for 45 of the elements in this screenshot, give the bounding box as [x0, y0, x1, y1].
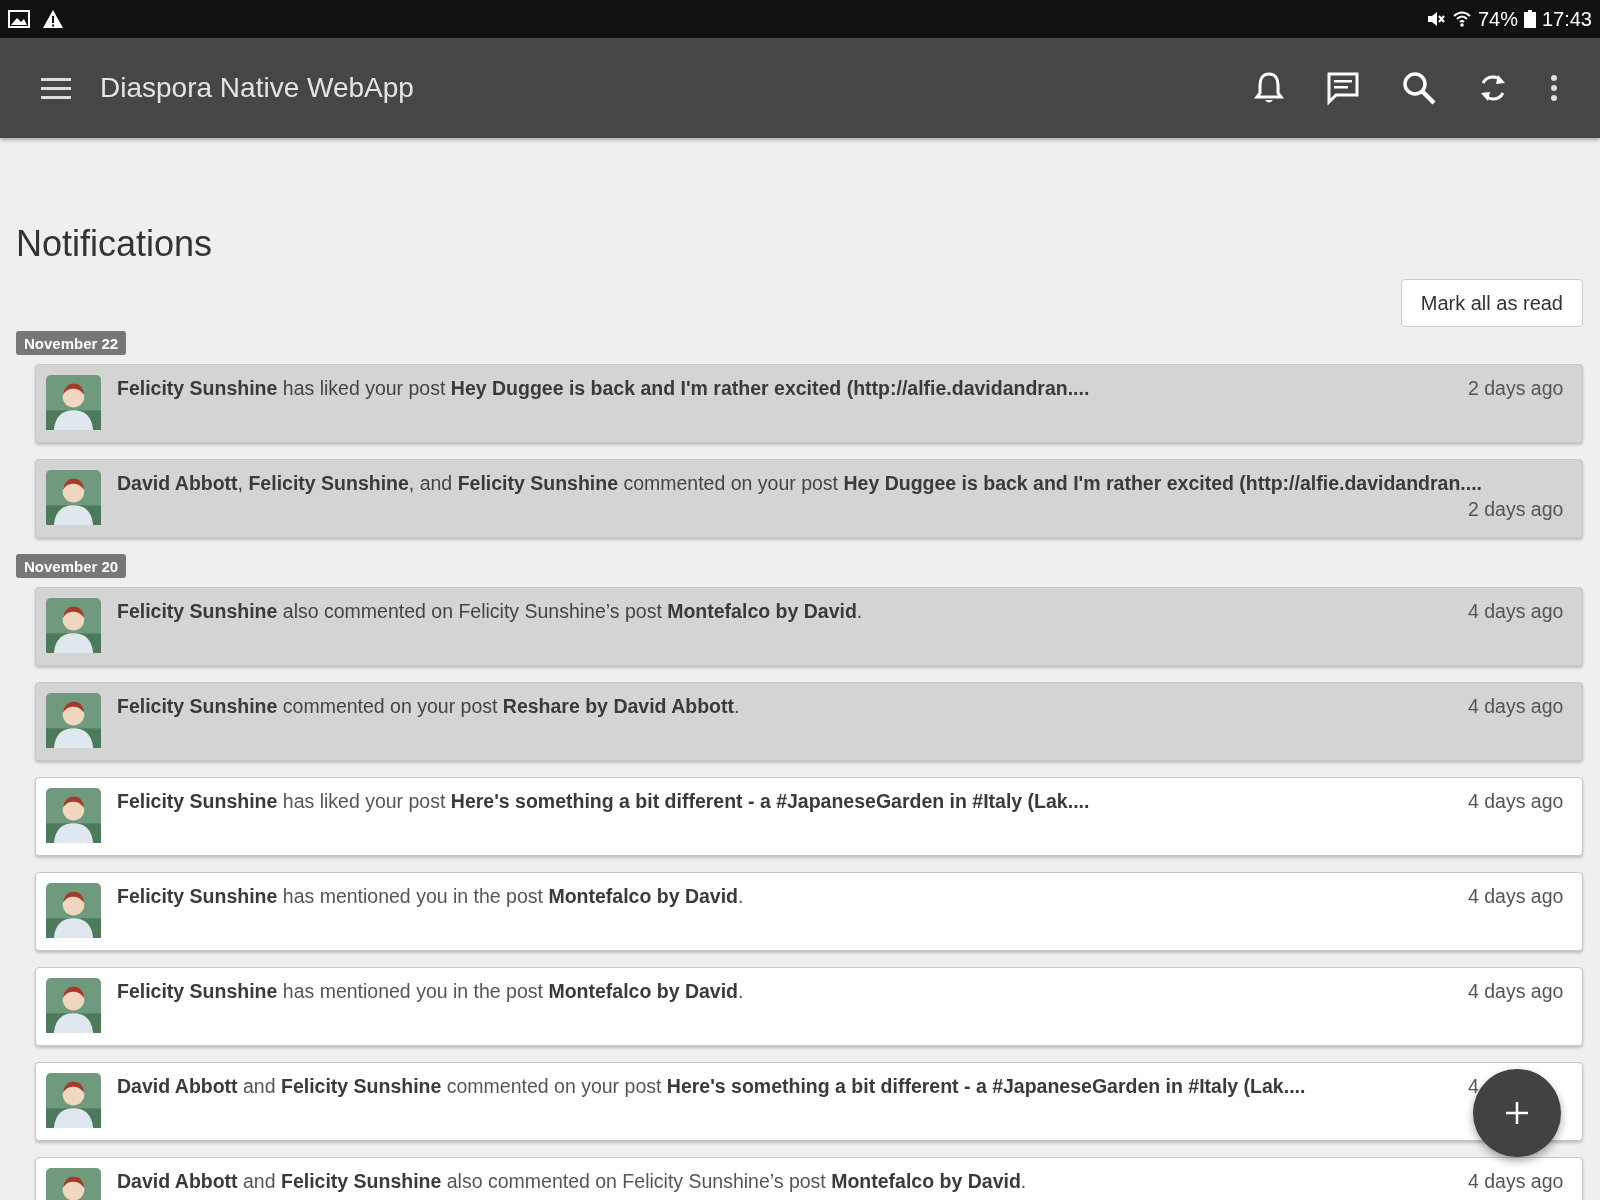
notification-card[interactable]: Felicity Sunshine has mentioned you in the post Montefalco by David. 4 days ago: [35, 872, 1583, 952]
notification-text: Felicity Sunshine also commented on Felicity Sunshine’s post Montefalco by David.: [117, 599, 863, 625]
notification-card[interactable]: Felicity Sunshine commented on your post Reshare by David Abbott. 4 days ago: [35, 682, 1583, 762]
timestamp: 4 days ago: [1467, 599, 1564, 625]
timestamp: 4 days ago: [1467, 884, 1564, 910]
notification-text: David Abbott, Felicity Sunshine, and Felicity Sunshine commented on your post Hey Duggee is back and I'm rather excited (http://alfie.davidandran....: [117, 471, 1482, 497]
notifications-icon[interactable]: [1254, 71, 1284, 105]
notification-card[interactable]: David Abbott and Felicity Sunshine also commented on Felicity Sunshine’s post Montefalco by David. 4 days ago: [35, 1157, 1583, 1200]
plus-icon: [1505, 1101, 1529, 1125]
notification-text: Felicity Sunshine has liked your post Hey Duggee is back and I'm rather excited (http://alfie.davidandran....: [117, 376, 1090, 402]
battery-percentage: 74%: [1477, 7, 1518, 31]
date-label: November 22: [16, 331, 127, 356]
timestamp: 4 days ago: [1467, 789, 1564, 815]
chat-icon[interactable]: [1326, 71, 1360, 105]
notification-card[interactable]: Felicity Sunshine has liked your post Here's something a bit different - a #JapaneseGarden in #Italy (Lak.... 4 days ago: [35, 777, 1583, 857]
notification-text: Felicity Sunshine has mentioned you in the post Montefalco by David.: [117, 979, 744, 1005]
wifi-icon: [1451, 9, 1472, 29]
date-label: November 20: [16, 554, 127, 579]
notification-card[interactable]: David Abbott, Felicity Sunshine, and Felicity Sunshine commented on your post Hey Duggee is back and I'm rather excited (http://alfie.davidandran.... 2 days ago: [35, 459, 1583, 539]
mark-all-read-button[interactable]: Mark all as read: [1400, 279, 1583, 328]
timestamp: 2 days ago: [1467, 376, 1564, 402]
timestamp: 4: [1467, 1074, 1480, 1100]
notification-text: David Abbott and Felicity Sunshine also commented on Felicity Sunshine’s post Montefalco by David.: [117, 1169, 1027, 1195]
warning-icon: [42, 9, 64, 29]
timestamp: 2 days ago: [1467, 497, 1564, 523]
notification-text: David Abbott and Felicity Sunshine commented on your post Here's something a bit different - a #JapaneseGarden in #Italy (Lak....: [117, 1074, 1306, 1100]
page-title: Notifications: [16, 222, 214, 266]
image-icon: [8, 10, 30, 28]
more-icon[interactable]: [1550, 74, 1558, 102]
notification-card[interactable]: David Abbott and Felicity Sunshine commented on your post Here's something a bit different - a #JapaneseGarden in #Italy (Lak.... 4: [35, 1062, 1583, 1142]
app-title: Diaspora Native WebApp: [100, 72, 414, 104]
timestamp: 4 days ago: [1467, 979, 1564, 1005]
timestamp: 4 days ago: [1467, 694, 1564, 720]
notification-card[interactable]: Felicity Sunshine has mentioned you in the post Montefalco by David. 4 days ago: [35, 967, 1583, 1047]
notification-text: Felicity Sunshine has mentioned you in the post Montefalco by David.: [117, 884, 744, 910]
mute-icon: [1425, 9, 1446, 29]
notification-card[interactable]: Felicity Sunshine also commented on Felicity Sunshine’s post Montefalco by David. 4 days ago: [35, 587, 1583, 667]
clock: 17:43: [1541, 7, 1592, 31]
notification-text: Felicity Sunshine has liked your post Here's something a bit different - a #JapaneseGarden in #Italy (Lak....: [117, 789, 1090, 815]
battery-icon: [1523, 10, 1536, 28]
menu-icon[interactable]: [41, 77, 71, 99]
search-icon[interactable]: [1402, 71, 1436, 105]
notification-card[interactable]: Felicity Sunshine has liked your post Hey Duggee is back and I'm rather excited (http://alfie.davidandran.... 2 days ago: [35, 364, 1583, 444]
notification-text: Felicity Sunshine commented on your post Reshare by David Abbott.: [117, 694, 740, 720]
timestamp: 4 days ago: [1467, 1169, 1564, 1195]
